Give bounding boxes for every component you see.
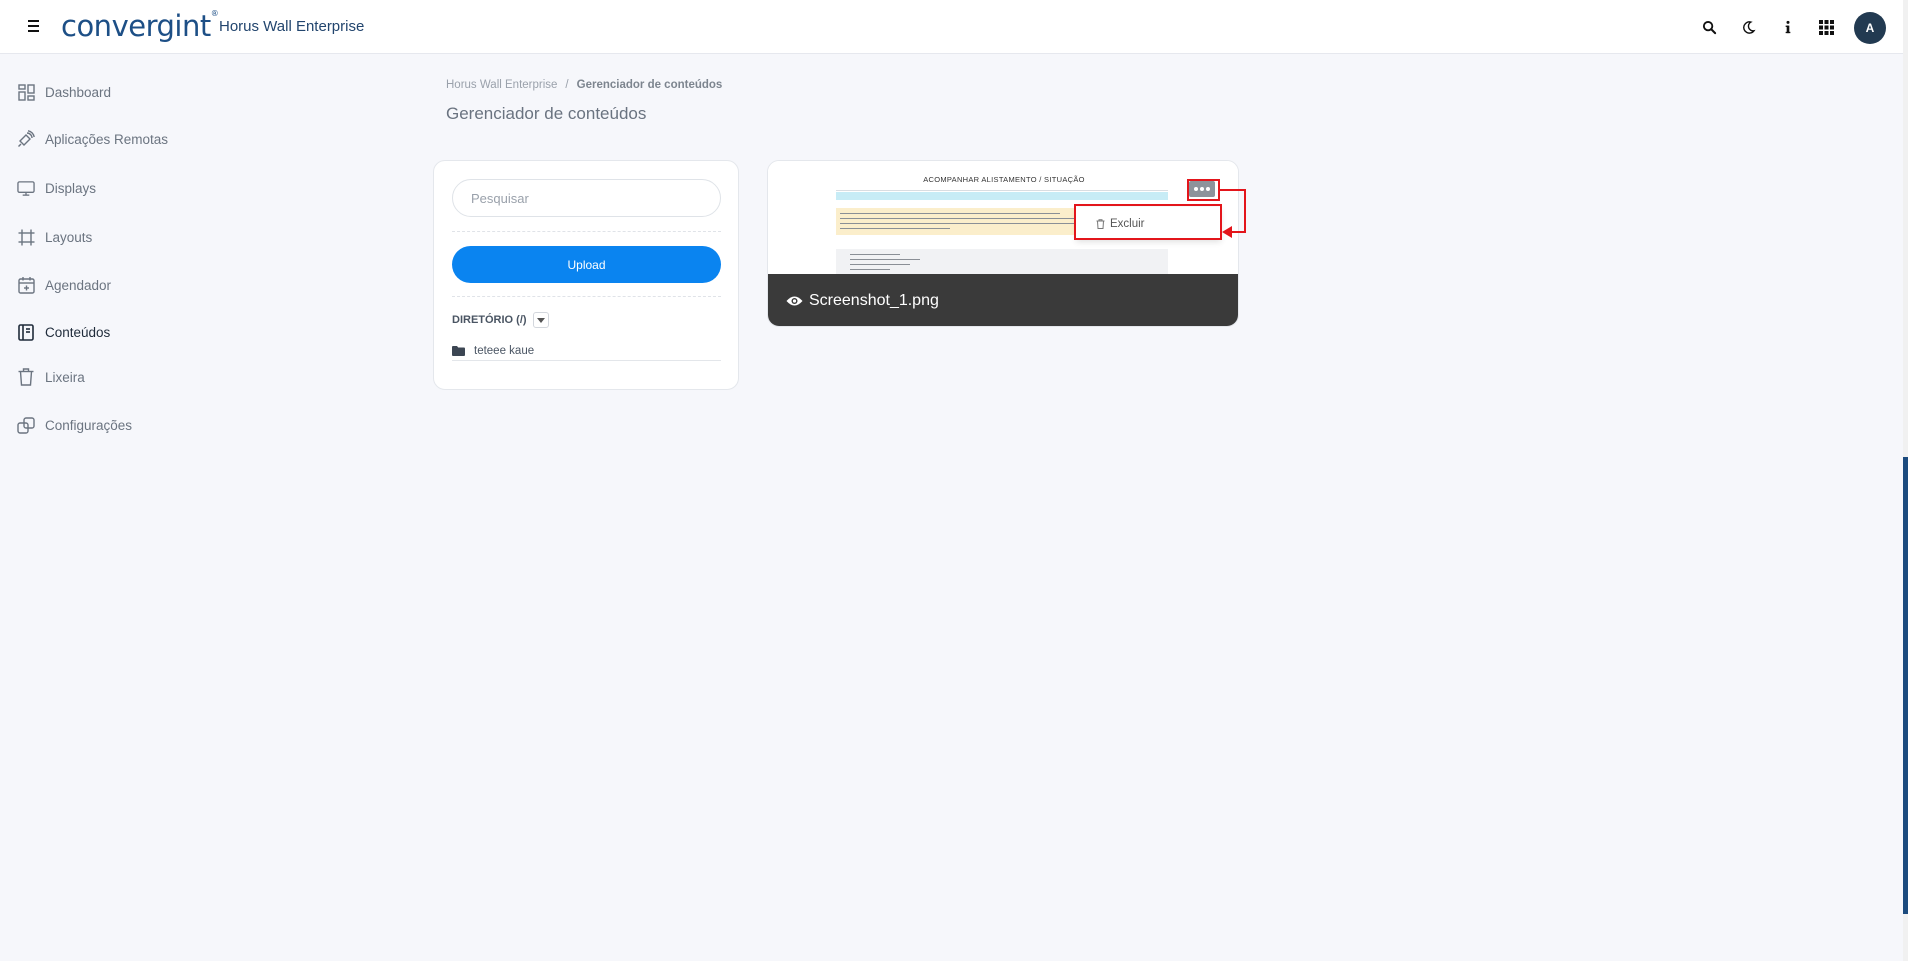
sidebar-item-label: Lixeira: [45, 369, 85, 385]
breadcrumb-separator: /: [565, 79, 569, 91]
files-panel: Upload DIRETÓRIO (/) teteee kaue: [433, 160, 739, 390]
divider: [452, 231, 721, 232]
monitor-icon: [17, 179, 35, 197]
search-icon[interactable]: [1696, 14, 1722, 40]
scrollbar-thumb[interactable]: [1903, 457, 1908, 914]
layout-icon: [17, 228, 35, 246]
breadcrumb-current: Gerenciador de conteúdos: [576, 79, 723, 91]
search-input[interactable]: [452, 179, 721, 217]
annotation-line: [1244, 189, 1246, 232]
sidebar-item-label: Configurações: [45, 417, 133, 433]
page-title: Gerenciador de conteúdos: [446, 104, 647, 123]
upload-button[interactable]: Upload: [452, 246, 721, 283]
trash-icon: [17, 368, 35, 386]
breadcrumb-root[interactable]: Horus Wall Enterprise: [446, 79, 557, 91]
calendar-icon: [17, 276, 35, 294]
sidebar-item-displays[interactable]: Displays: [17, 177, 96, 199]
content-item-card[interactable]: ACOMPANHAR ALISTAMENTO / SITUAÇÃO Screen…: [767, 160, 1239, 327]
dashboard-icon: [17, 83, 35, 101]
sidebar-item-label: Displays: [45, 180, 97, 196]
sidebar-item-label: Conteúdos: [45, 324, 111, 340]
annotation-box-delete: [1074, 204, 1222, 240]
sidebar-item-lixeira[interactable]: Lixeira: [17, 366, 85, 388]
sidebar-item-dashboard[interactable]: Dashboard: [17, 81, 111, 103]
sidebar-item-layouts[interactable]: Layouts: [17, 226, 92, 248]
content-icon: [17, 323, 35, 341]
sidebar-item-label: Layouts: [45, 229, 93, 245]
folder-item[interactable]: teteee kaue: [452, 341, 721, 361]
annotation-line: [1220, 189, 1246, 191]
logo-text: convergint: [61, 9, 211, 43]
apps-grid-icon[interactable]: [1813, 14, 1839, 40]
hamburger-menu-icon[interactable]: [25, 17, 42, 35]
eye-icon[interactable]: [786, 295, 803, 307]
top-header: convergint® Horus Wall Enterprise A: [0, 0, 1903, 54]
satellite-icon: [17, 130, 35, 148]
preview-title: ACOMPANHAR ALISTAMENTO / SITUAÇÃO: [923, 175, 1085, 184]
folder-icon: [452, 345, 465, 356]
app-title: Horus Wall Enterprise: [219, 18, 365, 35]
caret-down-icon: [536, 317, 545, 323]
sidebar-item-conteudos[interactable]: Conteúdos: [17, 321, 110, 343]
directory-label: DIRETÓRIO (/): [452, 314, 527, 326]
sidebar-item-label: Aplicações Remotas: [45, 131, 169, 147]
user-avatar[interactable]: A: [1854, 12, 1886, 44]
info-icon[interactable]: [1775, 14, 1801, 40]
page-scrollbar[interactable]: [1903, 0, 1908, 961]
moon-icon[interactable]: [1735, 14, 1761, 40]
divider: [452, 296, 721, 297]
breadcrumb: Horus Wall Enterprise / Gerenciador de c…: [446, 79, 722, 91]
content-file-name: Screenshot_1.png: [809, 292, 939, 309]
directory-row: DIRETÓRIO (/): [452, 312, 549, 328]
brand-logo[interactable]: convergint®: [61, 9, 219, 43]
annotation-box-menu: [1187, 179, 1220, 201]
sidebar-item-aplicacoes-remotas[interactable]: Aplicações Remotas: [17, 128, 168, 150]
directory-dropdown-toggle[interactable]: [532, 312, 549, 328]
sidebar-item-label: Dashboard: [45, 84, 112, 100]
sidebar-item-configuracoes[interactable]: Configurações: [17, 414, 132, 436]
content-item-footer: Screenshot_1.png: [768, 274, 1238, 326]
sidebar-item-agendador[interactable]: Agendador: [17, 274, 111, 296]
settings-icon: [17, 416, 35, 434]
sidebar-item-label: Agendador: [45, 277, 112, 293]
annotation-arrow-icon: [1222, 226, 1232, 238]
folder-name: teteee kaue: [474, 344, 535, 357]
